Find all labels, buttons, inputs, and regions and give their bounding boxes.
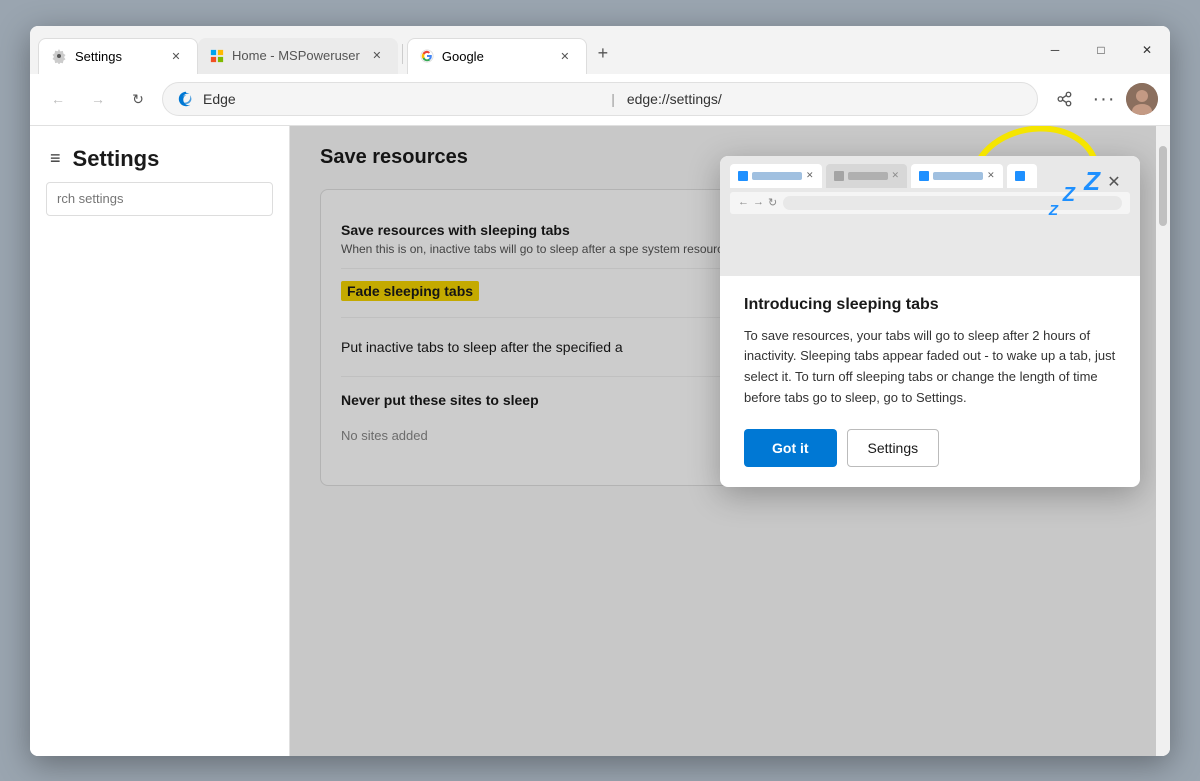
content-area: Save resources Save resources with sleep… bbox=[290, 126, 1156, 756]
popup-close-button[interactable]: ✕ bbox=[1100, 168, 1128, 196]
preview-tab-close-1: ✕ bbox=[806, 170, 814, 181]
share-button[interactable] bbox=[1046, 81, 1082, 117]
popup-settings-button[interactable]: Settings bbox=[847, 429, 940, 467]
address-separator: | bbox=[611, 91, 615, 107]
preview-tab-active2: ✕ bbox=[911, 164, 1003, 188]
more-button[interactable]: ··· bbox=[1086, 81, 1122, 117]
refresh-button[interactable]: ↻ bbox=[122, 83, 154, 115]
main-area: ≡ Settings Save resources Save resources… bbox=[30, 126, 1170, 756]
window-controls: ─ □ ✕ bbox=[1032, 34, 1170, 70]
forward-button[interactable]: → bbox=[82, 83, 114, 115]
settings-sidebar-title: Settings bbox=[73, 146, 160, 172]
preview-tab-close-2: ✕ bbox=[892, 170, 900, 181]
sleep-z2-icon: Z bbox=[1063, 184, 1075, 207]
sleep-z3-icon: Z bbox=[1049, 202, 1058, 219]
sidebar: ≡ Settings bbox=[30, 126, 290, 756]
popup-content: Introducing sleeping tabs To save resour… bbox=[720, 276, 1140, 487]
address-bar: ← → ↻ Edge | edge://settings/ ··· bbox=[30, 74, 1170, 126]
preview-tab-text-2 bbox=[848, 172, 888, 180]
tab-divider bbox=[402, 44, 403, 64]
tab1-label: Settings bbox=[75, 49, 159, 64]
popup-browser-preview: ✕ ✕ ✕ bbox=[720, 156, 1140, 276]
preview-tab-icon-2 bbox=[834, 171, 844, 181]
preview-forward-icon: → bbox=[753, 196, 764, 209]
back-button[interactable]: ← bbox=[42, 83, 74, 115]
popup-title: Introducing sleeping tabs bbox=[744, 296, 1116, 314]
preview-tab-active: ✕ bbox=[730, 164, 822, 188]
sleep-z1-icon: Z bbox=[1084, 166, 1100, 197]
preview-tab-icon-4 bbox=[1015, 171, 1025, 181]
preview-back-icon: ← bbox=[738, 196, 749, 209]
address-url: edge://settings/ bbox=[627, 91, 1023, 107]
edge-address-label: Edge bbox=[203, 91, 599, 107]
google-tab-icon bbox=[420, 49, 434, 63]
toolbar-right: ··· bbox=[1046, 81, 1158, 117]
edge-logo-icon bbox=[177, 90, 195, 108]
sleeping-tabs-popup: ✕ ✕ ✕ bbox=[720, 156, 1140, 487]
preview-tab-text-1 bbox=[752, 172, 802, 180]
tab2-label: Home - MSPoweruser bbox=[232, 48, 360, 63]
tab-settings[interactable]: Settings ✕ bbox=[38, 38, 198, 74]
new-tab-button[interactable]: + bbox=[587, 38, 619, 70]
maximize-button[interactable]: □ bbox=[1078, 34, 1124, 66]
address-bar-input[interactable]: Edge | edge://settings/ bbox=[162, 82, 1038, 116]
preview-tab-sleeping1: ✕ bbox=[826, 164, 908, 188]
tab3-close-icon[interactable]: ✕ bbox=[556, 47, 574, 65]
preview-tab-active3 bbox=[1007, 164, 1037, 188]
close-button[interactable]: ✕ bbox=[1124, 34, 1170, 66]
preview-refresh-icon: ↻ bbox=[768, 196, 777, 209]
popup-actions: Got it Settings bbox=[744, 429, 1116, 467]
sidebar-header: ≡ Settings bbox=[30, 126, 289, 182]
avatar-icon bbox=[1126, 83, 1158, 115]
got-it-button[interactable]: Got it bbox=[744, 429, 837, 467]
title-bar: Settings ✕ Home - MSPoweruser ✕ bbox=[30, 26, 1170, 74]
popup-desc: To save resources, your tabs will go to … bbox=[744, 326, 1116, 409]
tab2-close-icon[interactable]: ✕ bbox=[368, 47, 386, 65]
scrollbar-thumb[interactable] bbox=[1159, 146, 1167, 226]
mspoweruser-tab-icon bbox=[210, 49, 224, 63]
tab-area: Settings ✕ Home - MSPoweruser ✕ bbox=[30, 34, 1032, 74]
preview-tab-icon-3 bbox=[919, 171, 929, 181]
popup-overlay: ✕ ✕ ✕ bbox=[290, 126, 1156, 756]
preview-tab-text-3 bbox=[933, 172, 983, 180]
settings-search-input[interactable] bbox=[46, 182, 273, 216]
preview-nav-btns: ← → ↻ bbox=[738, 196, 777, 209]
tab1-close-icon[interactable]: ✕ bbox=[167, 47, 185, 65]
preview-tab-close-3: ✕ bbox=[987, 170, 995, 181]
tab3-label: Google bbox=[442, 49, 548, 64]
settings-tab-icon bbox=[51, 48, 67, 64]
sidebar-search-area bbox=[30, 182, 289, 226]
tab-mspoweruser[interactable]: Home - MSPoweruser ✕ bbox=[198, 38, 398, 74]
scrollbar[interactable] bbox=[1156, 126, 1170, 756]
avatar[interactable] bbox=[1126, 83, 1158, 115]
hamburger-icon[interactable]: ≡ bbox=[50, 148, 61, 169]
share-icon bbox=[1055, 90, 1073, 108]
tab-google[interactable]: Google ✕ bbox=[407, 38, 587, 74]
preview-tab-icon-1 bbox=[738, 171, 748, 181]
minimize-button[interactable]: ─ bbox=[1032, 34, 1078, 66]
browser-window: Settings ✕ Home - MSPoweruser ✕ bbox=[30, 26, 1170, 756]
